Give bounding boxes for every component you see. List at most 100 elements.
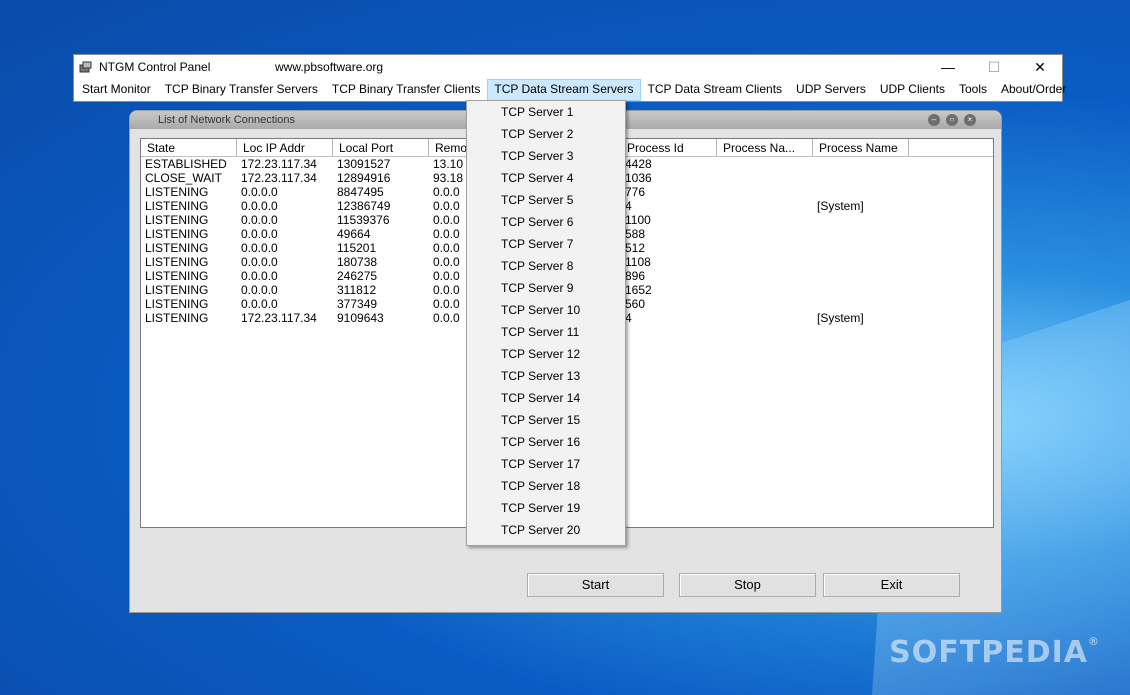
dropdown-item-tcp-server-11[interactable]: TCP Server 11 <box>467 321 625 343</box>
stop-button[interactable]: Stop <box>679 573 816 597</box>
table-cell: 0.0.0.0 <box>241 213 278 227</box>
dropdown-item-tcp-server-3[interactable]: TCP Server 3 <box>467 145 625 167</box>
table-cell: LISTENING <box>145 283 209 297</box>
column-header-local-port[interactable]: Local Port <box>333 139 429 156</box>
dropdown-item-tcp-server-5[interactable]: TCP Server 5 <box>467 189 625 211</box>
table-cell: 1036 <box>625 171 652 185</box>
minimize-button[interactable]: — <box>925 55 971 79</box>
table-cell: 115201 <box>337 241 377 255</box>
table-cell: 0.0.0.0 <box>241 297 278 311</box>
dropdown-item-tcp-server-16[interactable]: TCP Server 16 <box>467 431 625 453</box>
table-cell: 377349 <box>337 297 378 311</box>
dropdown-item-tcp-server-2[interactable]: TCP Server 2 <box>467 123 625 145</box>
dropdown-item-tcp-server-18[interactable]: TCP Server 18 <box>467 475 625 497</box>
dropdown-item-tcp-server-9[interactable]: TCP Server 9 <box>467 277 625 299</box>
column-header-process-id[interactable]: Process Id <box>621 139 717 156</box>
table-cell <box>717 171 813 185</box>
table-cell: LISTENING <box>145 227 209 241</box>
child-close-icon[interactable]: × <box>964 114 976 126</box>
window-url: www.pbsoftware.org <box>275 60 384 74</box>
child-minimize-icon[interactable]: – <box>928 114 940 126</box>
table-cell <box>717 199 813 213</box>
table-cell: 8847495 <box>337 185 384 199</box>
table-cell: 1108 <box>625 255 651 269</box>
table-cell <box>717 269 813 283</box>
table-cell <box>813 269 909 283</box>
close-button[interactable]: ✕ <box>1017 55 1063 79</box>
table-cell: 12386749 <box>337 199 391 213</box>
table-cell <box>717 227 813 241</box>
table-cell: LISTENING <box>145 255 209 269</box>
title-bar: NTGM Control Panel www.pbsoftware.org — … <box>74 55 1062 79</box>
column-header-loc-ip[interactable]: Loc IP Addr <box>237 139 333 156</box>
dropdown-item-tcp-server-17[interactable]: TCP Server 17 <box>467 453 625 475</box>
dropdown-item-tcp-server-1[interactable]: TCP Server 1 <box>467 101 625 123</box>
table-cell: 0.0.0.0 <box>241 283 278 297</box>
column-header-state[interactable]: State <box>141 139 237 156</box>
dropdown-item-tcp-server-8[interactable]: TCP Server 8 <box>467 255 625 277</box>
menu-tcp-data-stream-servers[interactable]: TCP Data Stream Servers <box>487 79 641 101</box>
table-cell: ESTABLISHED <box>145 157 227 171</box>
table-cell: 0.0.0.0 <box>241 185 278 199</box>
menu-tools[interactable]: Tools <box>952 79 994 101</box>
window-title: NTGM Control Panel <box>99 60 211 74</box>
maximize-button[interactable]: ☐ <box>971 55 1017 79</box>
menu-tcp-binary-transfer-servers[interactable]: TCP Binary Transfer Servers <box>158 79 325 101</box>
table-cell: 172.23.117.34 <box>241 311 317 325</box>
table-cell <box>813 171 909 185</box>
table-cell: LISTENING <box>145 199 209 213</box>
table-cell <box>717 185 813 199</box>
child-window-title: List of Network Connections <box>158 114 295 126</box>
table-cell <box>813 241 909 255</box>
table-cell <box>813 157 909 171</box>
menu-tcp-binary-transfer-clients[interactable]: TCP Binary Transfer Clients <box>325 79 488 101</box>
table-cell <box>717 311 813 325</box>
table-cell: 246275 <box>337 269 378 283</box>
table-cell <box>813 185 909 199</box>
table-cell: 311812 <box>337 283 377 297</box>
table-cell: 896 <box>625 269 646 283</box>
table-cell <box>717 255 813 269</box>
dropdown-item-tcp-server-10[interactable]: TCP Server 10 <box>467 299 625 321</box>
table-cell: 11539376 <box>337 213 390 227</box>
dropdown-item-tcp-server-12[interactable]: TCP Server 12 <box>467 343 625 365</box>
table-cell: LISTENING <box>145 311 209 325</box>
menu-udp-clients[interactable]: UDP Clients <box>873 79 952 101</box>
table-cell: 0.0.0.0 <box>241 227 278 241</box>
table-cell: LISTENING <box>145 213 209 227</box>
dropdown-item-tcp-server-4[interactable]: TCP Server 4 <box>467 167 625 189</box>
dropdown-item-tcp-server-19[interactable]: TCP Server 19 <box>467 497 625 519</box>
menu-about-order[interactable]: About/Order <box>994 79 1073 101</box>
tcp-data-stream-servers-dropdown: TCP Server 1 TCP Server 2 TCP Server 3 TCP … <box>466 100 626 546</box>
table-cell <box>717 283 813 297</box>
menu-tcp-data-stream-clients[interactable]: TCP Data Stream Clients <box>641 79 790 101</box>
dropdown-item-tcp-server-13[interactable]: TCP Server 13 <box>467 365 625 387</box>
child-restore-icon[interactable]: ○ <box>946 114 958 126</box>
table-cell: 172.23.117.34 <box>241 171 317 185</box>
table-cell: 588 <box>625 227 646 241</box>
dropdown-item-tcp-server-6[interactable]: TCP Server 6 <box>467 211 625 233</box>
column-header-process-na[interactable]: Process Na... <box>717 139 813 156</box>
table-cell: [System] <box>817 311 864 325</box>
table-cell: LISTENING <box>145 297 209 311</box>
dropdown-item-tcp-server-7[interactable]: TCP Server 7 <box>467 233 625 255</box>
menu-bar: Start Monitor TCP Binary Transfer Server… <box>74 79 1066 101</box>
dropdown-item-tcp-server-14[interactable]: TCP Server 14 <box>467 387 625 409</box>
table-cell <box>813 255 909 269</box>
dropdown-item-tcp-server-20[interactable]: TCP Server 20 <box>467 519 625 541</box>
table-cell <box>717 213 813 227</box>
start-button[interactable]: Start <box>527 573 664 597</box>
menu-start-monitor[interactable]: Start Monitor <box>75 79 158 101</box>
table-cell: 1100 <box>625 213 651 227</box>
exit-button[interactable]: Exit <box>823 573 960 597</box>
column-header-process-name[interactable]: Process Name <box>813 139 909 156</box>
dropdown-item-tcp-server-15[interactable]: TCP Server 15 <box>467 409 625 431</box>
table-cell: CLOSE_WAIT <box>145 171 222 185</box>
table-cell <box>813 213 909 227</box>
table-cell: 9109643 <box>337 311 384 325</box>
table-cell <box>717 297 813 311</box>
menu-udp-servers[interactable]: UDP Servers <box>789 79 873 101</box>
table-cell: 4 <box>625 311 632 325</box>
softpedia-watermark: SOFTPEDIA® <box>889 635 1100 670</box>
table-cell <box>717 241 813 255</box>
